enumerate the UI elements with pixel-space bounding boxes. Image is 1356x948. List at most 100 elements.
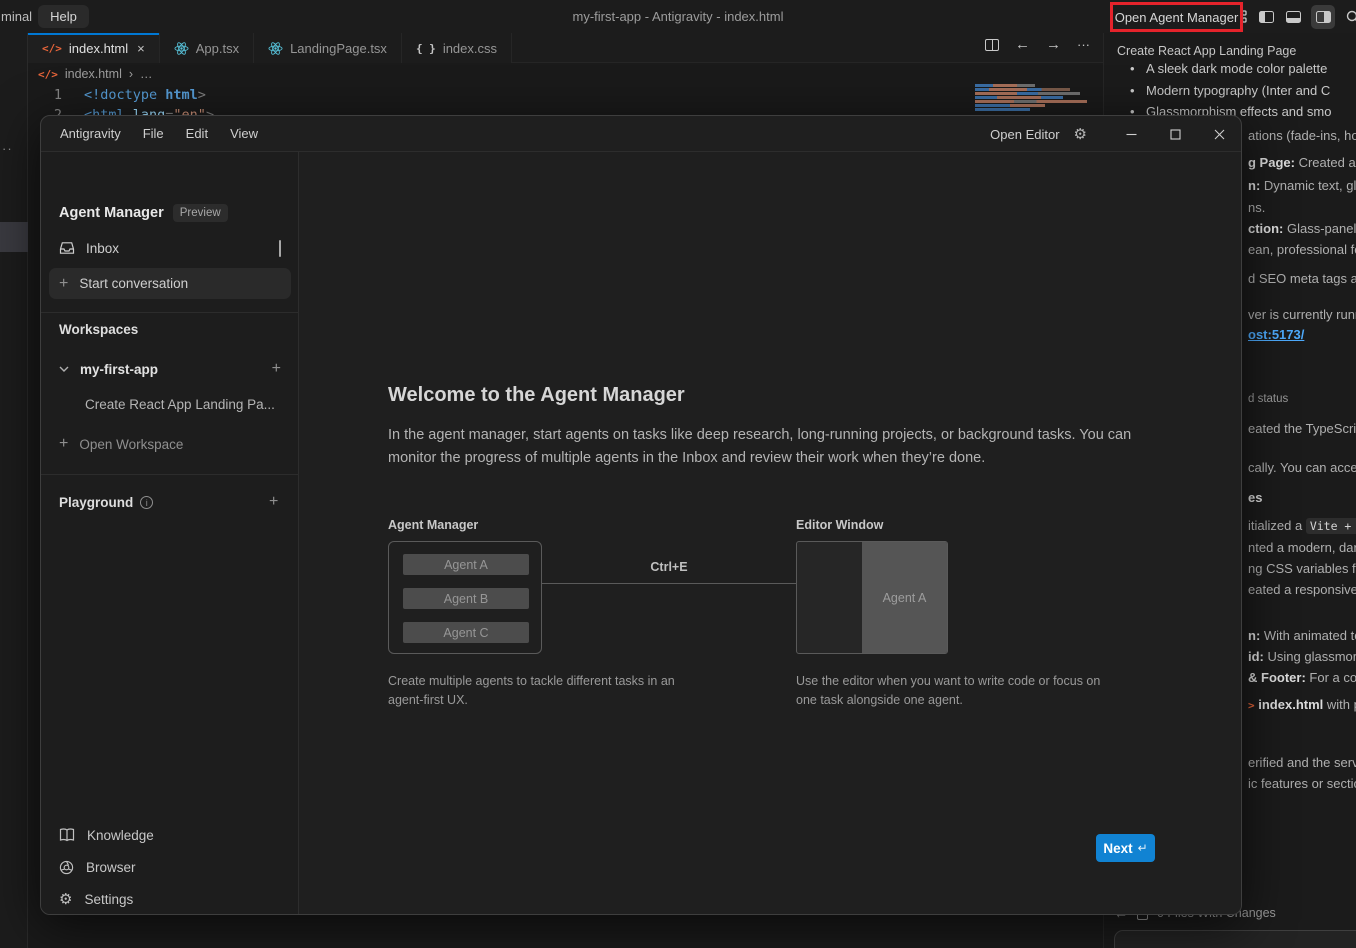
sidebar-item-knowledge[interactable]: Knowledge xyxy=(49,820,291,850)
agent-manager-diagram: Agent A Agent B Agent C xyxy=(388,541,542,654)
panel-text: ns. xyxy=(1248,200,1265,215)
menu-antigravity[interactable]: Antigravity xyxy=(51,122,130,145)
agent-window-titlebar: Antigravity File Edit View Open Editor ⚙ xyxy=(41,116,1241,152)
menu-view[interactable]: View xyxy=(221,122,267,145)
panel-text: cally. You can access xyxy=(1248,460,1356,475)
panel-text: es xyxy=(1248,490,1262,505)
book-icon xyxy=(59,828,75,842)
plus-icon: + xyxy=(59,435,68,453)
open-workspace-button[interactable]: + Open Workspace xyxy=(49,430,291,458)
workspaces-header: Workspaces xyxy=(59,322,138,337)
panel-text: d status xyxy=(1248,393,1288,405)
panel-text: ean, professional foo xyxy=(1248,242,1356,257)
panel-text: & Footer: For a com xyxy=(1248,670,1356,685)
diagram-right-caption: Use the editor when you want to write co… xyxy=(796,672,1106,710)
inline-code: Vite + R xyxy=(1306,518,1356,534)
start-conversation-button[interactable]: + Start conversation xyxy=(49,268,291,299)
menu-file[interactable]: File xyxy=(134,122,173,145)
minimap[interactable] xyxy=(975,84,1090,118)
minimize-button[interactable] xyxy=(1109,116,1153,152)
split-editor-icon[interactable] xyxy=(985,39,999,51)
workspace-my-first-app[interactable]: my-first-app + xyxy=(49,355,291,383)
menu-terminal-cut[interactable]: minal xyxy=(0,9,32,24)
shortcut-label: Ctrl+E xyxy=(542,560,796,574)
panel-text: d SEO meta tags an xyxy=(1248,271,1356,286)
panel-text: n: Dynamic text, glo xyxy=(1248,178,1356,193)
agent-window-main: Welcome to the Agent Manager In the agen… xyxy=(299,152,1241,914)
panel-text: nted a modern, dar xyxy=(1248,540,1356,555)
maximize-button[interactable] xyxy=(1153,116,1197,152)
menu-help[interactable]: Help xyxy=(38,5,89,28)
connector-line xyxy=(542,583,796,584)
agent-window-sidebar: Agent Manager Preview Inbox + Start conv… xyxy=(41,152,299,914)
react-icon xyxy=(174,41,189,56)
toggle-bottom-panel-icon[interactable] xyxy=(1284,8,1302,26)
sidebar-item-inbox[interactable]: Inbox xyxy=(49,234,291,262)
open-agent-manager-button[interactable]: Open Agent Manager xyxy=(1115,10,1239,25)
browser-icon xyxy=(59,860,74,875)
tab-index-css[interactable]: { } index.css xyxy=(402,33,512,63)
close-button[interactable] xyxy=(1197,116,1241,152)
screen: minal Help my-first-app - Antigravity - … xyxy=(0,0,1356,948)
add-playground-icon[interactable]: + xyxy=(269,493,278,511)
editor-more-icon[interactable]: ··· xyxy=(1077,37,1090,52)
nav-forward-icon[interactable]: → xyxy=(1046,36,1061,53)
preview-badge: Preview xyxy=(173,204,228,222)
tab-app-tsx[interactable]: App.tsx xyxy=(160,33,254,63)
panel-layout-icon[interactable] xyxy=(279,241,281,256)
panel-text: eated a responsive xyxy=(1248,582,1356,597)
panel-text: ost:5173/ xyxy=(1248,327,1304,342)
panel-text: > index.html with pr xyxy=(1248,697,1356,712)
task-create-react-app[interactable]: Create React App Landing Pa... xyxy=(49,390,291,418)
bullet-item: A sleek dark mode color palette xyxy=(1146,61,1331,83)
add-agent-icon[interactable]: + xyxy=(272,360,281,378)
panel-text: itialized a Vite + R xyxy=(1248,518,1356,533)
panel-text: id: Using glassmorph xyxy=(1248,649,1356,664)
info-icon: i xyxy=(140,496,153,509)
breadcrumb[interactable]: </> index.html › … xyxy=(28,63,153,85)
line-number: 1 xyxy=(28,85,62,105)
panel-text: ver is currently runni xyxy=(1248,307,1356,322)
toggle-left-panel-icon[interactable] xyxy=(1257,8,1275,26)
plus-icon: + xyxy=(59,275,68,293)
panel-text: eated the TypeScript xyxy=(1248,421,1356,436)
html-file-icon: </> xyxy=(38,68,58,81)
chat-input[interactable] xyxy=(1114,930,1356,948)
diagram-left-caption: Create multiple agents to tackle differe… xyxy=(388,672,698,710)
editor-agent-pane: Agent A xyxy=(862,542,947,653)
toggle-right-panel-icon[interactable] xyxy=(1311,5,1335,29)
tab-bar: </> index.html × App.tsx L xyxy=(28,33,1103,63)
localhost-link[interactable]: ost:5173/ xyxy=(1248,327,1304,342)
gear-icon: ⚙ xyxy=(59,890,72,908)
agent-b-chip: Agent B xyxy=(403,588,529,609)
menu-edit[interactable]: Edit xyxy=(177,122,217,145)
enter-icon: ↵ xyxy=(1138,841,1148,855)
panel-text: ng CSS variables for xyxy=(1248,561,1356,576)
search-icon[interactable] xyxy=(1344,8,1356,26)
welcome-body: In the agent manager, start agents on ta… xyxy=(388,424,1160,470)
overflow-dots[interactable]: ·· xyxy=(2,141,13,156)
editor-window-diagram: Agent A xyxy=(796,541,948,654)
chevron-down-icon xyxy=(59,366,69,372)
close-tab-icon[interactable]: × xyxy=(137,41,145,56)
agent-c-chip: Agent C xyxy=(403,622,529,643)
bullet-item: Modern typography (Inter and C xyxy=(1146,83,1331,105)
playground-header[interactable]: Playground i xyxy=(59,495,153,510)
open-editor-button[interactable]: Open Editor xyxy=(990,127,1059,142)
activity-strip: ·· xyxy=(0,33,28,948)
agent-a-chip: Agent A xyxy=(403,554,529,575)
sidebar-item-browser[interactable]: Browser xyxy=(49,852,291,882)
panel-text: ction: Glass-panel ca xyxy=(1248,221,1356,236)
hidden-selection xyxy=(0,222,28,252)
agent-manager-window: Antigravity File Edit View Open Editor ⚙ xyxy=(40,115,1242,915)
inbox-icon xyxy=(59,241,75,255)
tab-index-html[interactable]: </> index.html × xyxy=(28,33,160,63)
panel-text: g Page: Created a xyxy=(1248,155,1356,170)
next-button[interactable]: Next ↵ xyxy=(1096,834,1155,862)
nav-back-icon[interactable]: ← xyxy=(1015,36,1030,53)
welcome-title: Welcome to the Agent Manager xyxy=(388,384,685,407)
sidebar-title: Agent Manager xyxy=(59,205,164,221)
sidebar-item-settings[interactable]: ⚙ Settings xyxy=(49,884,291,914)
gear-icon[interactable]: ⚙ xyxy=(1074,125,1087,143)
tab-landingpage-tsx[interactable]: LandingPage.tsx xyxy=(254,33,402,63)
